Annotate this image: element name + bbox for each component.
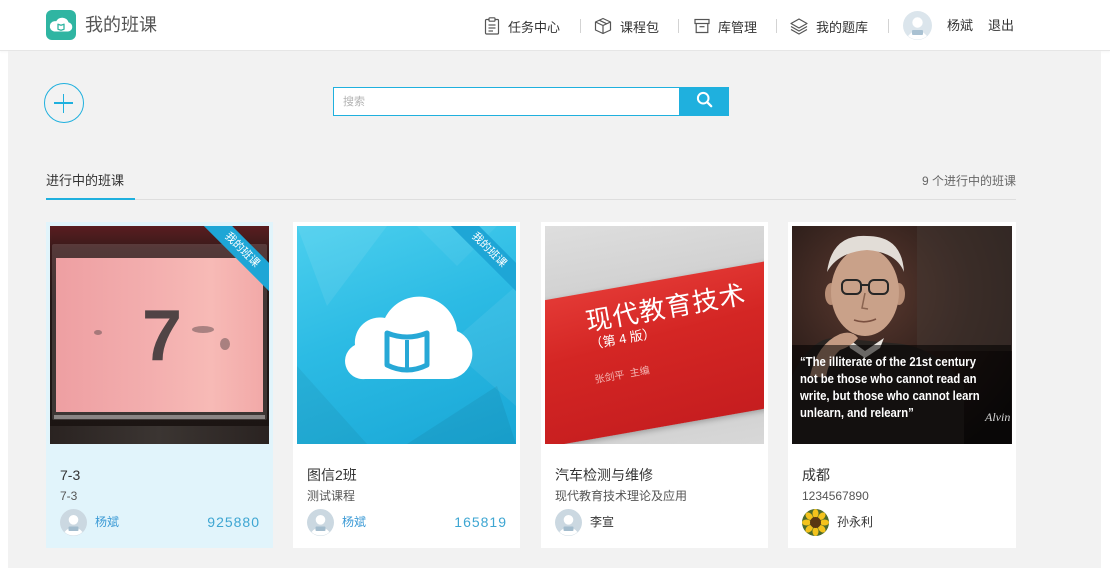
class-title: 7-3 (60, 467, 81, 483)
smudge (192, 326, 214, 333)
plus-circle-icon[interactable] (44, 83, 84, 123)
class-title: 图信2班 (307, 467, 357, 483)
smudge (220, 338, 230, 350)
teacher-name: 李宣 (590, 515, 615, 529)
class-card[interactable]: 7 我的班课 7-3 7-3 杨斌 925880 (46, 222, 273, 548)
ribbon-label: 我的班课 (199, 226, 269, 293)
class-subtitle: 现代教育技术理论及应用 (555, 489, 688, 503)
search-button[interactable] (679, 87, 729, 116)
app-title: 我的班课 (85, 15, 157, 35)
default-avatar-icon (307, 509, 334, 536)
class-card[interactable]: 现代教育技术 （第 4 版） 张剑平 主编 汽车检测与维修 现代教育技术理论及应… (541, 222, 768, 548)
active-tab-indicator (46, 198, 135, 200)
search-input[interactable] (333, 87, 679, 116)
my-class-ribbon: 我的班课 (199, 226, 269, 296)
clipboard-icon (484, 17, 500, 35)
package-icon (594, 17, 612, 35)
nav-task-center[interactable]: 任务中心 (484, 15, 560, 37)
teacher-name: 孙永利 (837, 515, 874, 529)
sign-number: 7 (142, 296, 183, 376)
sign-base (54, 415, 265, 419)
teacher-name: 杨斌 (95, 515, 120, 529)
default-avatar-icon (60, 509, 87, 536)
class-cover-image: 我的班课 (297, 226, 516, 444)
sunflower-avatar-icon (802, 509, 829, 536)
class-subtitle: 7-3 (60, 489, 78, 503)
quote-line: unlearn, and relearn” (800, 405, 914, 420)
quote-line: not be those who cannot read an (800, 371, 977, 386)
class-subtitle: 1234567890 (802, 489, 869, 503)
cloud-book-icon (345, 296, 473, 380)
ribbon-label: 我的班课 (446, 226, 516, 293)
nav-separator (888, 19, 889, 33)
nav-separator (776, 19, 777, 33)
page: 我的班课 任务中心 课程包 库管理 我的题库 杨斌 退出 搜索 进行中的班课 9… (0, 0, 1110, 568)
class-code: 925880 (207, 514, 260, 530)
nav-course-package[interactable]: 课程包 (594, 15, 659, 37)
class-code: 165819 (454, 514, 507, 530)
smudge (94, 330, 102, 335)
nav-label: 库管理 (718, 19, 758, 35)
user-name[interactable]: 杨斌 (947, 17, 973, 35)
logout-link[interactable]: 退出 (988, 17, 1014, 35)
nav-separator (580, 19, 581, 33)
nav-label: 课程包 (620, 19, 660, 35)
layers-icon (790, 17, 808, 35)
class-card[interactable]: 我的班课 图信2班 测试课程 杨斌 165819 (293, 222, 520, 548)
quote-line: “The illiterate of the 21st century (800, 354, 976, 369)
nav-separator (678, 19, 679, 33)
quote-signature: Alvin (985, 410, 1011, 424)
nav-library-management[interactable]: 库管理 (694, 15, 757, 37)
default-avatar-icon (555, 509, 582, 536)
archive-icon (694, 18, 710, 34)
class-subtitle: 测试课程 (307, 489, 356, 503)
class-title: 成都 (802, 467, 830, 483)
quote-line: write, but those who cannot learn (800, 388, 980, 403)
default-avatar-icon[interactable] (903, 11, 932, 40)
class-count: 9 个进行中的班课 (921, 174, 1016, 188)
class-card[interactable]: “The illiterate of the 21st century not … (788, 222, 1016, 548)
search-icon (696, 91, 713, 113)
tab-active-classes[interactable]: 进行中的班课 (46, 172, 124, 190)
class-cover-image: 7 我的班课 (50, 226, 269, 444)
teacher-name: 杨斌 (342, 515, 367, 529)
nav-question-bank[interactable]: 我的题库 (790, 15, 868, 37)
class-cover-image: 现代教育技术 （第 4 版） 张剑平 主编 (545, 226, 764, 444)
nav-label: 我的题库 (816, 19, 869, 35)
cloud-book-logo-icon[interactable] (46, 10, 76, 40)
class-title: 汽车检测与维修 (555, 467, 653, 483)
my-class-ribbon: 我的班课 (446, 226, 516, 296)
divider (46, 199, 1016, 200)
nav-label: 任务中心 (508, 19, 561, 35)
table-surface (50, 426, 269, 444)
plus-vertical-stroke (62, 93, 65, 113)
top-header: 我的班课 任务中心 课程包 库管理 我的题库 杨斌 退出 (0, 0, 1110, 51)
class-cover-image: “The illiterate of the 21st century not … (792, 226, 1012, 444)
